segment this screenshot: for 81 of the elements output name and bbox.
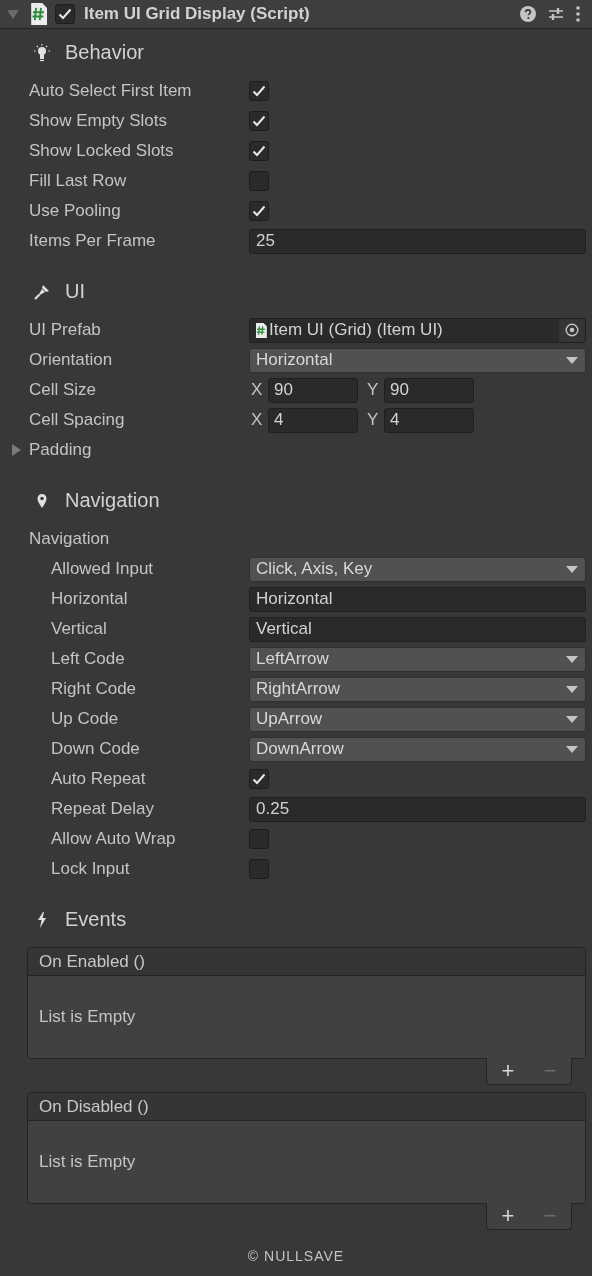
lightning-icon — [37, 911, 47, 928]
field-label: Navigation — [29, 529, 111, 549]
checkbox[interactable] — [249, 201, 269, 221]
section-title: UI — [65, 280, 85, 303]
field-label: Cell Size — [29, 380, 98, 400]
field-label: Orientation — [29, 350, 114, 370]
script-icon — [255, 322, 267, 338]
event-header: On Disabled () — [28, 1093, 585, 1121]
object-field[interactable]: Item UI (Grid) (Item UI) — [249, 317, 586, 343]
number-field[interactable]: 4 — [268, 407, 358, 433]
copyright-text: © NULLSAVE — [247, 1248, 345, 1264]
field-label: Repeat Delay — [51, 799, 155, 819]
axis-label: Y — [366, 410, 380, 430]
field-label: Allow Auto Wrap — [51, 829, 177, 849]
checkbox[interactable] — [249, 111, 269, 131]
field-label: Left Code — [51, 649, 126, 669]
field-label: Cell Spacing — [29, 410, 126, 430]
empty-list-text: List is Empty — [39, 1007, 136, 1027]
foldout-label[interactable]: Padding — [29, 440, 249, 460]
field-label: Up Code — [51, 709, 120, 729]
dropdown[interactable]: Click, Axis, Key — [249, 556, 586, 582]
script-icon — [30, 3, 47, 25]
section-title: Navigation — [65, 489, 160, 512]
checkbox[interactable] — [249, 829, 269, 849]
field-label: Use Pooling — [29, 201, 122, 221]
checkbox[interactable] — [249, 171, 269, 191]
section-title: Behavior — [65, 41, 144, 64]
field-label: Vertical — [51, 619, 108, 639]
brush-icon — [34, 283, 50, 300]
field-label: UI Prefab — [29, 320, 102, 340]
axis-label: X — [250, 380, 264, 400]
field-label: Allowed Input — [51, 559, 155, 579]
dropdown[interactable]: UpArrow — [249, 706, 586, 732]
checkbox[interactable] — [249, 859, 269, 879]
light-bulb-icon — [34, 43, 50, 62]
help-icon[interactable] — [520, 6, 536, 22]
field-label: Down Code — [51, 739, 141, 759]
component-title: Item UI Grid Display (Script) — [84, 4, 311, 24]
field-label: Show Empty Slots — [29, 111, 168, 131]
text-field[interactable]: Vertical — [249, 616, 586, 642]
checkbox[interactable] — [249, 81, 269, 101]
field-label: Horizontal — [51, 589, 129, 609]
number-field[interactable]: 90 — [384, 377, 474, 403]
target-icon — [565, 323, 579, 337]
number-field[interactable]: 4 — [384, 407, 474, 433]
add-button[interactable]: + — [497, 1060, 519, 1082]
dropdown[interactable]: RightArrow — [249, 676, 586, 702]
caret-icon — [566, 356, 578, 364]
field-label: Auto Repeat — [51, 769, 147, 789]
field-label: Show Locked Slots — [29, 141, 175, 161]
dropdown[interactable]: LeftArrow — [249, 646, 586, 672]
axis-label: Y — [366, 380, 380, 400]
text-field[interactable]: Horizontal — [249, 586, 586, 612]
text-field[interactable]: 25 — [249, 228, 586, 254]
field-label: Right Code — [51, 679, 138, 699]
checkbox[interactable] — [249, 769, 269, 789]
location-pin-icon — [36, 492, 48, 509]
field-label: Items Per Frame — [29, 231, 157, 251]
caret-icon — [566, 715, 578, 723]
caret-icon — [566, 655, 578, 663]
empty-list-text: List is Empty — [39, 1152, 136, 1172]
section-title: Events — [65, 908, 127, 931]
field-label: Fill Last Row — [29, 171, 128, 191]
dropdown[interactable]: DownArrow — [249, 736, 586, 762]
text-field[interactable]: 0.25 — [249, 796, 586, 822]
field-label: Auto Select First Item — [29, 81, 193, 101]
expand-arrow-icon[interactable] — [12, 444, 22, 456]
add-button[interactable]: + — [497, 1205, 519, 1227]
number-field[interactable]: 90 — [268, 377, 358, 403]
enabled-checkbox[interactable] — [55, 4, 75, 24]
caret-icon — [566, 565, 578, 573]
more-icon[interactable] — [576, 6, 580, 22]
axis-label: X — [250, 410, 264, 430]
dropdown[interactable]: Horizontal — [249, 347, 586, 373]
checkbox[interactable] — [249, 141, 269, 161]
caret-icon — [566, 685, 578, 693]
target-button[interactable] — [559, 318, 585, 342]
settings-icon[interactable] — [548, 6, 564, 22]
caret-icon — [566, 745, 578, 753]
field-label: Lock Input — [51, 859, 131, 879]
event-header: On Enabled () — [28, 948, 585, 976]
